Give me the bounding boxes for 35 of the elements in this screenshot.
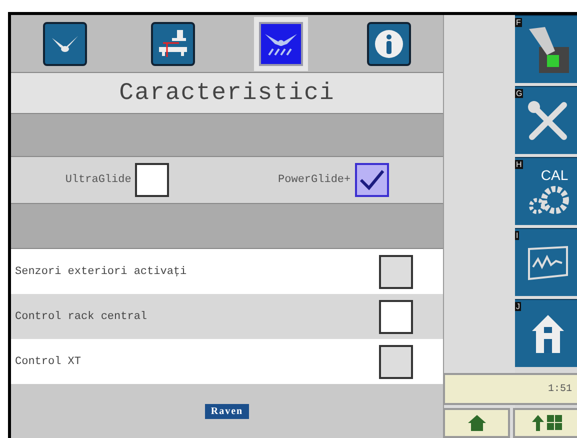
softkey[interactable]: I <box>515 228 577 296</box>
status-field: 1:51 <box>443 373 577 405</box>
key-letter: H <box>515 160 523 169</box>
checkbox[interactable] <box>135 163 170 197</box>
key-letter: J <box>515 302 521 311</box>
tools-icon <box>526 98 570 142</box>
softkey[interactable]: H CAL <box>515 157 577 225</box>
nav-button[interactable] <box>513 408 577 438</box>
tab[interactable] <box>151 22 195 66</box>
tab[interactable] <box>367 22 411 66</box>
softkey[interactable]: F <box>515 15 577 83</box>
option-label: PowerGlide+ <box>278 174 351 186</box>
option-label: UltraGlide <box>65 174 132 186</box>
feature-label: Senzori exteriori activați <box>15 266 187 278</box>
up-arrow-grid-icon <box>530 413 564 433</box>
checkmark-icon <box>358 169 385 191</box>
feature-label: Control XT <box>15 356 82 368</box>
page-title: Caracteristici <box>11 73 443 114</box>
house-icon <box>530 312 566 354</box>
graph-icon <box>526 244 570 280</box>
softkey[interactable]: G <box>515 86 577 154</box>
sprayer-boom-icon <box>157 28 189 58</box>
key-letter: F <box>515 18 522 27</box>
logo: Raven <box>204 404 250 418</box>
key-letter: G <box>515 89 524 98</box>
checkbox[interactable] <box>354 163 389 197</box>
softkey[interactable]: J <box>515 299 577 367</box>
checkbox[interactable] <box>379 300 413 334</box>
feature-label: Control rack central <box>15 310 148 322</box>
key-label: CAL <box>540 168 568 182</box>
house-icon <box>466 414 486 432</box>
key-letter: I <box>515 231 520 240</box>
info-icon <box>374 28 404 58</box>
nav-button[interactable] <box>443 408 510 438</box>
tab[interactable] <box>43 22 87 66</box>
